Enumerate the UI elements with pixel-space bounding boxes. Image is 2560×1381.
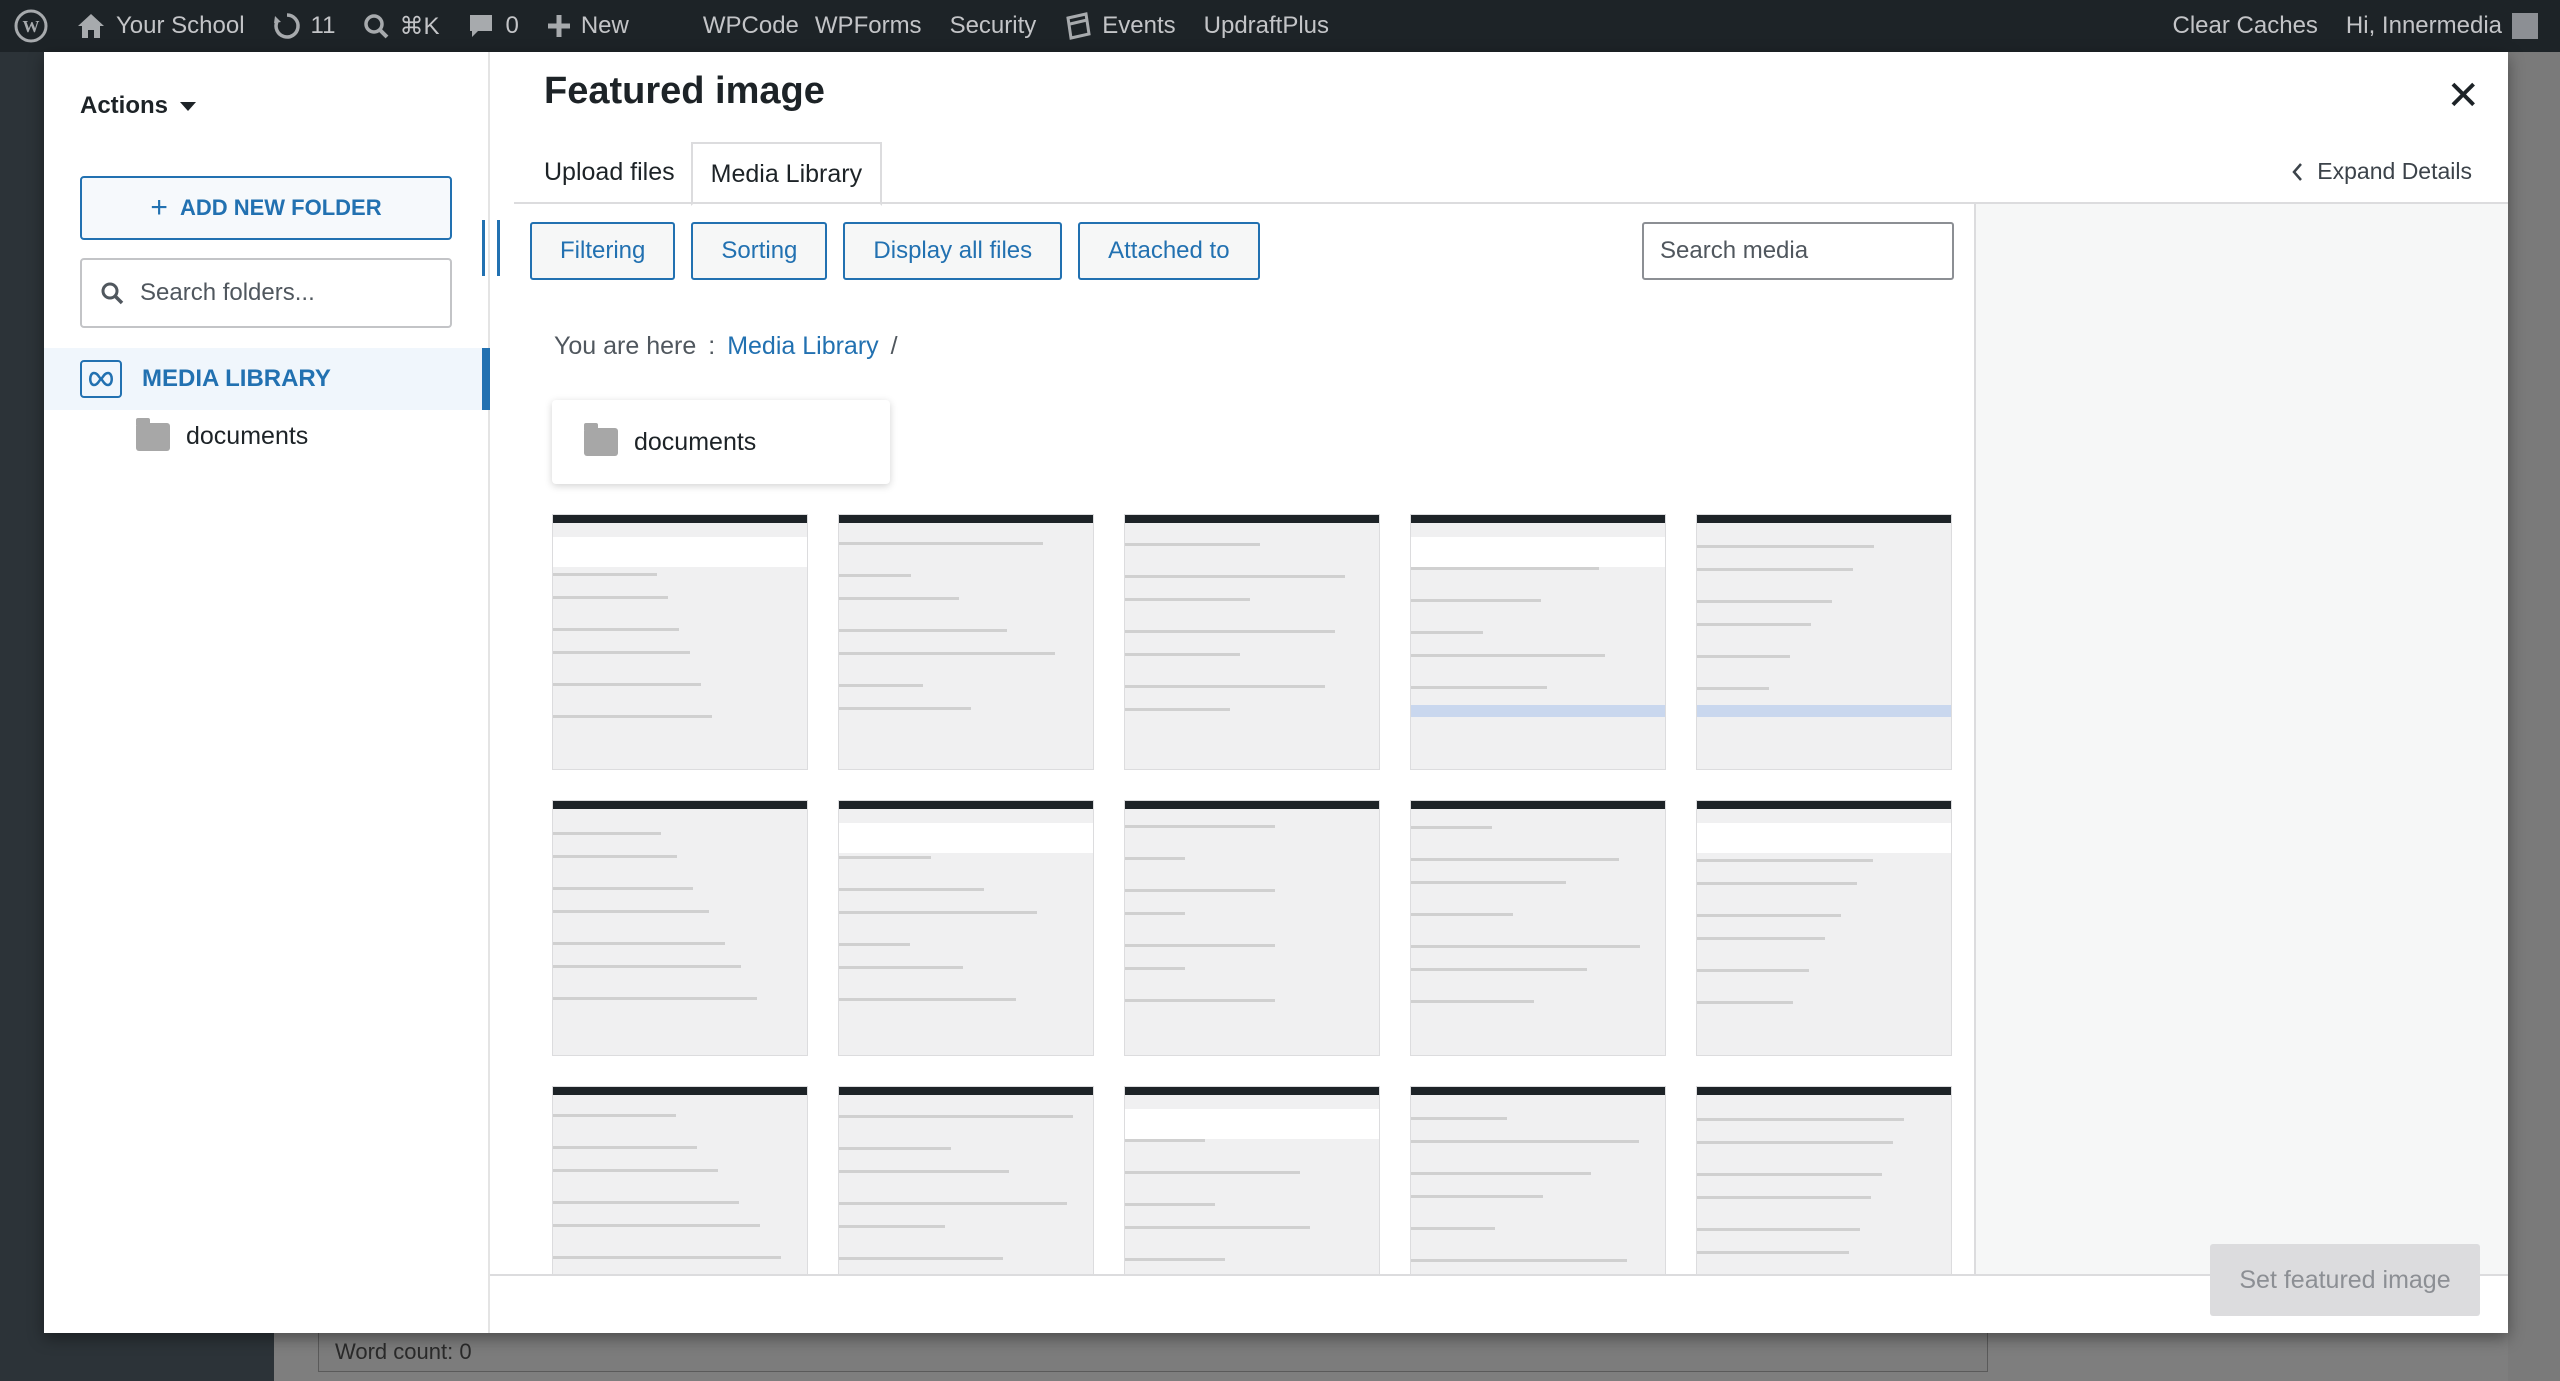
updates-icon (273, 13, 300, 39)
attachment-thumbnail[interactable] (1696, 514, 1952, 770)
attachment-thumbnail[interactable] (1124, 1086, 1380, 1274)
folder-card-label: documents (634, 427, 757, 456)
breadcrumb-separator: : (708, 332, 716, 360)
word-count: Word count: 0 (318, 1332, 1988, 1372)
folder-icon (584, 423, 618, 456)
attachment-thumbnail[interactable] (1124, 514, 1380, 770)
attachment-thumbnail[interactable] (1696, 1086, 1952, 1274)
add-new-folder-label: ADD NEW FOLDER (179, 195, 382, 220)
menu-security-label: Security (949, 12, 1037, 39)
close-icon[interactable]: ✕ (2446, 76, 2480, 116)
menu-security[interactable]: Security (936, 0, 1051, 52)
wordpress-icon: W (14, 9, 48, 43)
folder-search-input[interactable]: Search folders... (80, 258, 452, 328)
attachment-thumbnail[interactable] (1410, 1086, 1666, 1274)
tree-item-label: documents (186, 422, 309, 450)
tree-item-media-library[interactable]: MEDIA LIBRARY (44, 348, 490, 410)
comments-count: 0 (505, 12, 519, 39)
wordpress-logo[interactable]: W (0, 0, 62, 52)
plus-icon (547, 15, 570, 37)
attachment-thumbnail[interactable] (838, 514, 1094, 770)
menu-events[interactable]: Events (1050, 0, 1189, 52)
attachment-thumbnail[interactable] (1696, 800, 1952, 1056)
expand-details-label: Expand Details (2317, 158, 2472, 184)
add-new-folder-button[interactable]: + ADD NEW FOLDER (80, 176, 452, 240)
breadcrumb-link[interactable]: Media Library (727, 332, 878, 361)
modal-title: Featured image (544, 70, 825, 112)
breadcrumb-prefix: You are here (554, 332, 697, 360)
modal-tabs: Upload files Media Library (544, 140, 883, 206)
comment-icon (470, 15, 493, 37)
attachments-grid (552, 514, 1952, 1274)
menu-updraftplus[interactable]: UpdraftPlus (1190, 0, 1343, 52)
media-toolbar: Filtering Sorting Display all files Atta… (530, 222, 1260, 280)
search-shortcut: ⌘K (399, 12, 440, 40)
attachment-thumbnail[interactable] (1124, 800, 1380, 1056)
new-content-link[interactable]: New (533, 0, 643, 52)
folder-card-documents[interactable]: documents (552, 400, 890, 484)
site-name-link[interactable]: Your School (62, 0, 259, 52)
sorting-button[interactable]: Sorting (691, 222, 828, 280)
attachment-thumbnail[interactable] (552, 514, 808, 770)
modal-footer (490, 1274, 2508, 1333)
admin-sidebar (0, 52, 44, 1381)
admin-sidebar-footer (44, 1332, 274, 1381)
attachment-thumbnail[interactable] (838, 1086, 1094, 1274)
tab-upload-files[interactable]: Upload files (544, 140, 691, 204)
site-name: Your School (116, 12, 245, 39)
breadcrumb-trail: / (890, 332, 898, 360)
media-modal: Actions + ADD NEW FOLDER Search folders.… (44, 52, 2508, 1333)
expand-details-button[interactable]: Expand Details (2291, 158, 2472, 185)
media-browser: Filtering Sorting Display all files Atta… (514, 204, 1974, 1274)
menu-wpcode[interactable]: WPCode (689, 0, 801, 52)
attachment-thumbnail[interactable] (552, 1086, 808, 1274)
attachment-thumbnail[interactable] (1410, 800, 1666, 1056)
svg-text:W: W (23, 17, 40, 36)
updates-link[interactable]: 11 (259, 0, 350, 52)
actions-label: Actions (80, 92, 169, 119)
menu-updraftplus-label: UpdraftPlus (1203, 12, 1330, 39)
menu-events-label: Events (1102, 12, 1176, 39)
plus-icon: + (150, 191, 168, 224)
menu-wpforms-label: WPForms (814, 12, 922, 39)
folder-search-placeholder: Search folders... (140, 279, 315, 306)
menu-wpcode-label: WPCode (702, 12, 799, 39)
attachment-details-sidebar (1974, 204, 2508, 1274)
attachment-thumbnail[interactable] (1410, 514, 1666, 770)
media-search-input[interactable]: Search media (1642, 222, 1954, 280)
new-label: New (580, 12, 629, 39)
set-featured-image-button[interactable]: Set featured image (2210, 1244, 2480, 1316)
clear-caches-link[interactable]: Clear Caches (2159, 0, 2332, 52)
caret-down-icon (180, 101, 197, 111)
search-icon (101, 282, 124, 305)
media-library-icon (80, 360, 122, 398)
account-menu[interactable]: Hi, Innermedia (2332, 0, 2560, 52)
avatar (2512, 13, 2538, 39)
comments-link[interactable]: 0 (453, 0, 532, 52)
filtering-button[interactable]: Filtering (530, 222, 676, 280)
menu-wpforms[interactable]: WPForms (801, 0, 936, 52)
folder-icon (136, 417, 170, 451)
chevron-left-icon (2292, 162, 2303, 181)
tab-media-library[interactable]: Media Library (690, 142, 883, 206)
command-search[interactable]: ⌘K (349, 0, 453, 52)
home-icon (78, 14, 104, 38)
account-greeting: Hi, Innermedia (2345, 12, 2502, 39)
attachment-thumbnail[interactable] (838, 800, 1094, 1056)
updates-count: 11 (310, 12, 336, 39)
media-main: Featured image ✕ Upload files Media Libr… (490, 52, 2508, 1333)
events-icon (1066, 12, 1091, 40)
folder-panel: Actions + ADD NEW FOLDER Search folders.… (44, 52, 490, 1333)
tree-item-label: MEDIA LIBRARY (142, 365, 331, 392)
actions-dropdown[interactable]: Actions (80, 92, 197, 120)
clear-caches-label: Clear Caches (2172, 12, 2318, 39)
background-right-panel (2508, 52, 2560, 1381)
attachment-thumbnail[interactable] (552, 800, 808, 1056)
tree-item-documents[interactable]: documents (136, 417, 309, 451)
admin-bar: W Your School 11 ⌘K 0 New WPCode WPForms… (0, 0, 2560, 52)
attached-to-button[interactable]: Attached to (1078, 222, 1260, 280)
breadcrumb: You are here : Media Library / (554, 332, 898, 361)
display-all-files-button[interactable]: Display all files (843, 222, 1063, 280)
search-icon (364, 14, 389, 39)
